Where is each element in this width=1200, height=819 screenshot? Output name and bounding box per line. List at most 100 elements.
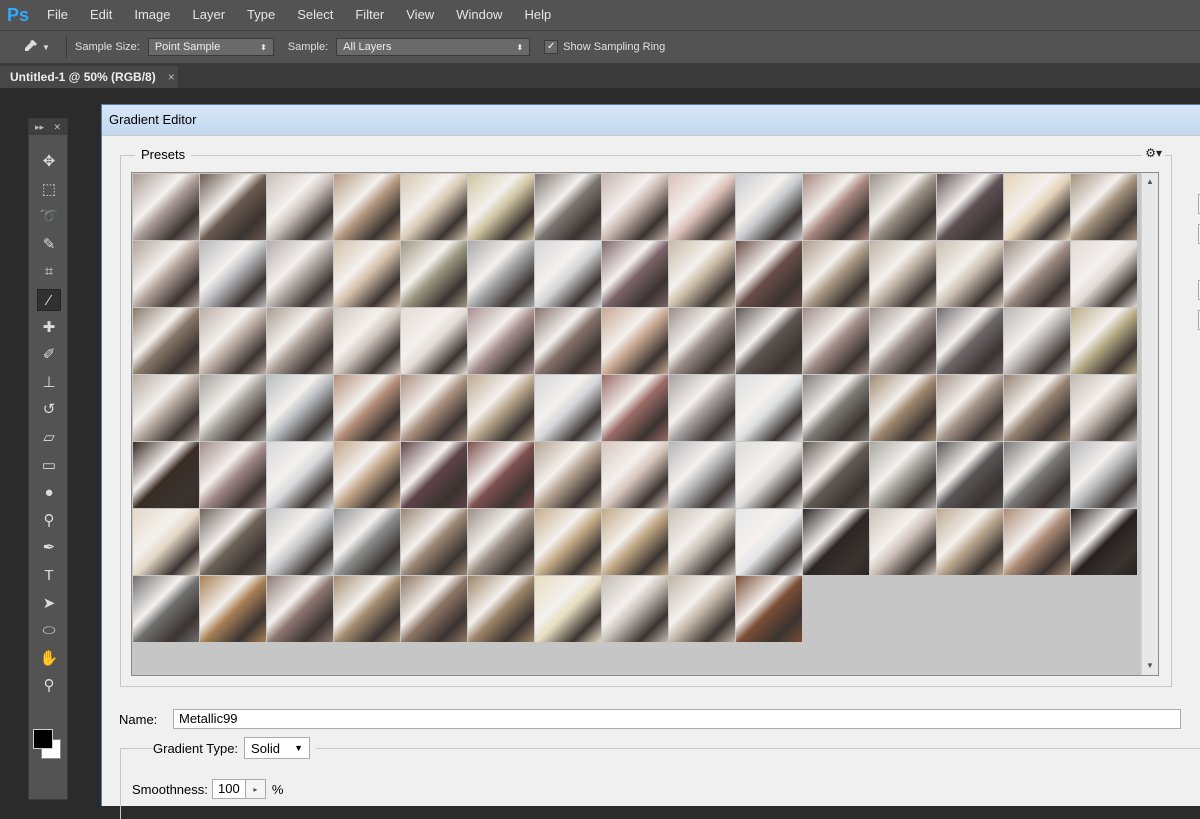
gradient-preset-swatch[interactable] [736, 576, 802, 642]
gradient-preset-swatch[interactable] [401, 241, 467, 307]
gradient-preset-swatch[interactable] [736, 509, 802, 575]
smoothness-slider-toggle[interactable]: ▸ [245, 779, 266, 799]
gradient-preset-swatch[interactable] [736, 241, 802, 307]
color-swatches[interactable] [33, 729, 65, 763]
sample-select[interactable]: All Layers ⬍ [336, 38, 531, 56]
gradient-preset-swatch[interactable] [803, 174, 869, 240]
gradient-preset-swatch[interactable] [334, 308, 400, 374]
gradient-preset-swatch[interactable] [736, 174, 802, 240]
gradient-preset-swatch[interactable] [267, 174, 333, 240]
gradient-preset-swatch[interactable] [334, 576, 400, 642]
menu-layer[interactable]: Layer [182, 0, 237, 30]
gradient-preset-swatch[interactable] [1071, 174, 1137, 240]
gradient-preset-swatch[interactable] [669, 375, 735, 441]
gradient-preset-swatch[interactable] [870, 241, 936, 307]
gradient-preset-swatch[interactable] [803, 241, 869, 307]
gradient-preset-swatch[interactable] [1071, 375, 1137, 441]
gradient-preset-swatch[interactable] [937, 442, 1003, 508]
gradient-preset-swatch[interactable] [200, 308, 266, 374]
gradient-preset-swatch[interactable] [669, 241, 735, 307]
gradient-preset-swatch[interactable] [535, 308, 601, 374]
gradient-preset-swatch[interactable] [1004, 308, 1070, 374]
gradient-preset-swatch[interactable] [468, 442, 534, 508]
gradient-preset-swatch[interactable] [267, 375, 333, 441]
gradient-preset-swatch[interactable] [468, 174, 534, 240]
gradient-icon[interactable]: ▭ [37, 455, 61, 477]
gradient-preset-swatch[interactable] [267, 442, 333, 508]
gradient-preset-swatch[interactable] [602, 375, 668, 441]
healing-brush-icon[interactable]: ✚ [37, 317, 61, 339]
menu-edit[interactable]: Edit [79, 0, 123, 30]
scroll-down-icon[interactable]: ▼ [1142, 659, 1158, 673]
gradient-preset-swatch[interactable] [736, 375, 802, 441]
gradient-preset-swatch[interactable] [1004, 174, 1070, 240]
gradient-preset-swatch[interactable] [870, 308, 936, 374]
gradient-preset-swatch[interactable] [937, 241, 1003, 307]
gradient-preset-swatch[interactable] [602, 442, 668, 508]
gradient-preset-swatch[interactable] [133, 442, 199, 508]
gradient-preset-swatch[interactable] [535, 241, 601, 307]
brush-icon[interactable]: ✐ [37, 344, 61, 366]
gradient-preset-swatch[interactable] [401, 174, 467, 240]
gradient-preset-swatch[interactable] [401, 576, 467, 642]
gradient-preset-swatch[interactable] [736, 308, 802, 374]
foreground-color[interactable] [33, 729, 53, 749]
gradient-preset-swatch[interactable] [334, 174, 400, 240]
gradient-preset-swatch[interactable] [870, 442, 936, 508]
gradient-preset-swatch[interactable] [200, 509, 266, 575]
gradient-preset-swatch[interactable] [200, 174, 266, 240]
gradient-preset-swatch[interactable] [334, 509, 400, 575]
menu-type[interactable]: Type [236, 0, 286, 30]
gradient-preset-swatch[interactable] [602, 241, 668, 307]
document-tab[interactable]: Untitled-1 @ 50% (RGB/8) × [0, 66, 178, 88]
gradient-preset-swatch[interactable] [535, 442, 601, 508]
move-icon[interactable]: ✥ [37, 151, 61, 173]
gradient-preset-swatch[interactable] [1071, 308, 1137, 374]
close-icon[interactable]: ✕ [53, 122, 61, 133]
crop-icon[interactable]: ⌗ [37, 261, 61, 283]
gradient-preset-swatch[interactable] [133, 174, 199, 240]
presets-scrollbar[interactable]: ▲ ▼ [1141, 173, 1158, 675]
zoom-icon[interactable]: ⚲ [37, 675, 61, 697]
gradient-preset-swatch[interactable] [401, 442, 467, 508]
gradient-preset-swatch[interactable] [669, 576, 735, 642]
eyedropper-icon[interactable]: ⁄ [37, 289, 61, 311]
gradient-preset-swatch[interactable] [468, 375, 534, 441]
gradient-preset-swatch[interactable] [334, 241, 400, 307]
gradient-preset-swatch[interactable] [334, 442, 400, 508]
gradient-preset-swatch[interactable] [937, 174, 1003, 240]
history-brush-icon[interactable]: ↺ [37, 399, 61, 421]
gradient-preset-swatch[interactable] [1071, 241, 1137, 307]
gradient-preset-swatch[interactable] [267, 576, 333, 642]
gradient-preset-swatch[interactable] [937, 308, 1003, 374]
gradient-preset-swatch[interactable] [133, 576, 199, 642]
gradient-preset-swatch[interactable] [870, 509, 936, 575]
gradient-preset-swatch[interactable] [200, 241, 266, 307]
menu-image[interactable]: Image [123, 0, 181, 30]
blur-icon[interactable]: ● [37, 482, 61, 504]
gear-icon[interactable]: ⚙▾ [1142, 146, 1165, 160]
gradient-preset-swatch[interactable] [535, 576, 601, 642]
menu-help[interactable]: Help [513, 0, 562, 30]
name-input[interactable]: Metallic99 [173, 709, 1181, 729]
gradient-preset-swatch[interactable] [669, 442, 735, 508]
gradient-preset-swatch[interactable] [267, 509, 333, 575]
gradient-preset-swatch[interactable] [1004, 509, 1070, 575]
gradient-preset-swatch[interactable] [334, 375, 400, 441]
gradient-preset-swatch[interactable] [133, 375, 199, 441]
gradient-preset-swatch[interactable] [468, 308, 534, 374]
gradient-preset-swatch[interactable] [267, 241, 333, 307]
close-icon[interactable]: × [168, 70, 175, 84]
scroll-up-icon[interactable]: ▲ [1142, 175, 1158, 189]
gradient-type-select[interactable]: Solid ▼ [244, 737, 311, 759]
path-select-icon[interactable]: ➤ [37, 593, 61, 615]
gradient-preset-swatch[interactable] [803, 308, 869, 374]
menu-filter[interactable]: Filter [344, 0, 395, 30]
gradient-preset-swatch[interactable] [803, 375, 869, 441]
gradient-preset-swatch[interactable] [803, 442, 869, 508]
gradient-preset-swatch[interactable] [1071, 442, 1137, 508]
gradient-preset-swatch[interactable] [401, 509, 467, 575]
type-icon[interactable]: T [37, 565, 61, 587]
menu-file[interactable]: File [36, 0, 79, 30]
gradient-preset-swatch[interactable] [736, 442, 802, 508]
